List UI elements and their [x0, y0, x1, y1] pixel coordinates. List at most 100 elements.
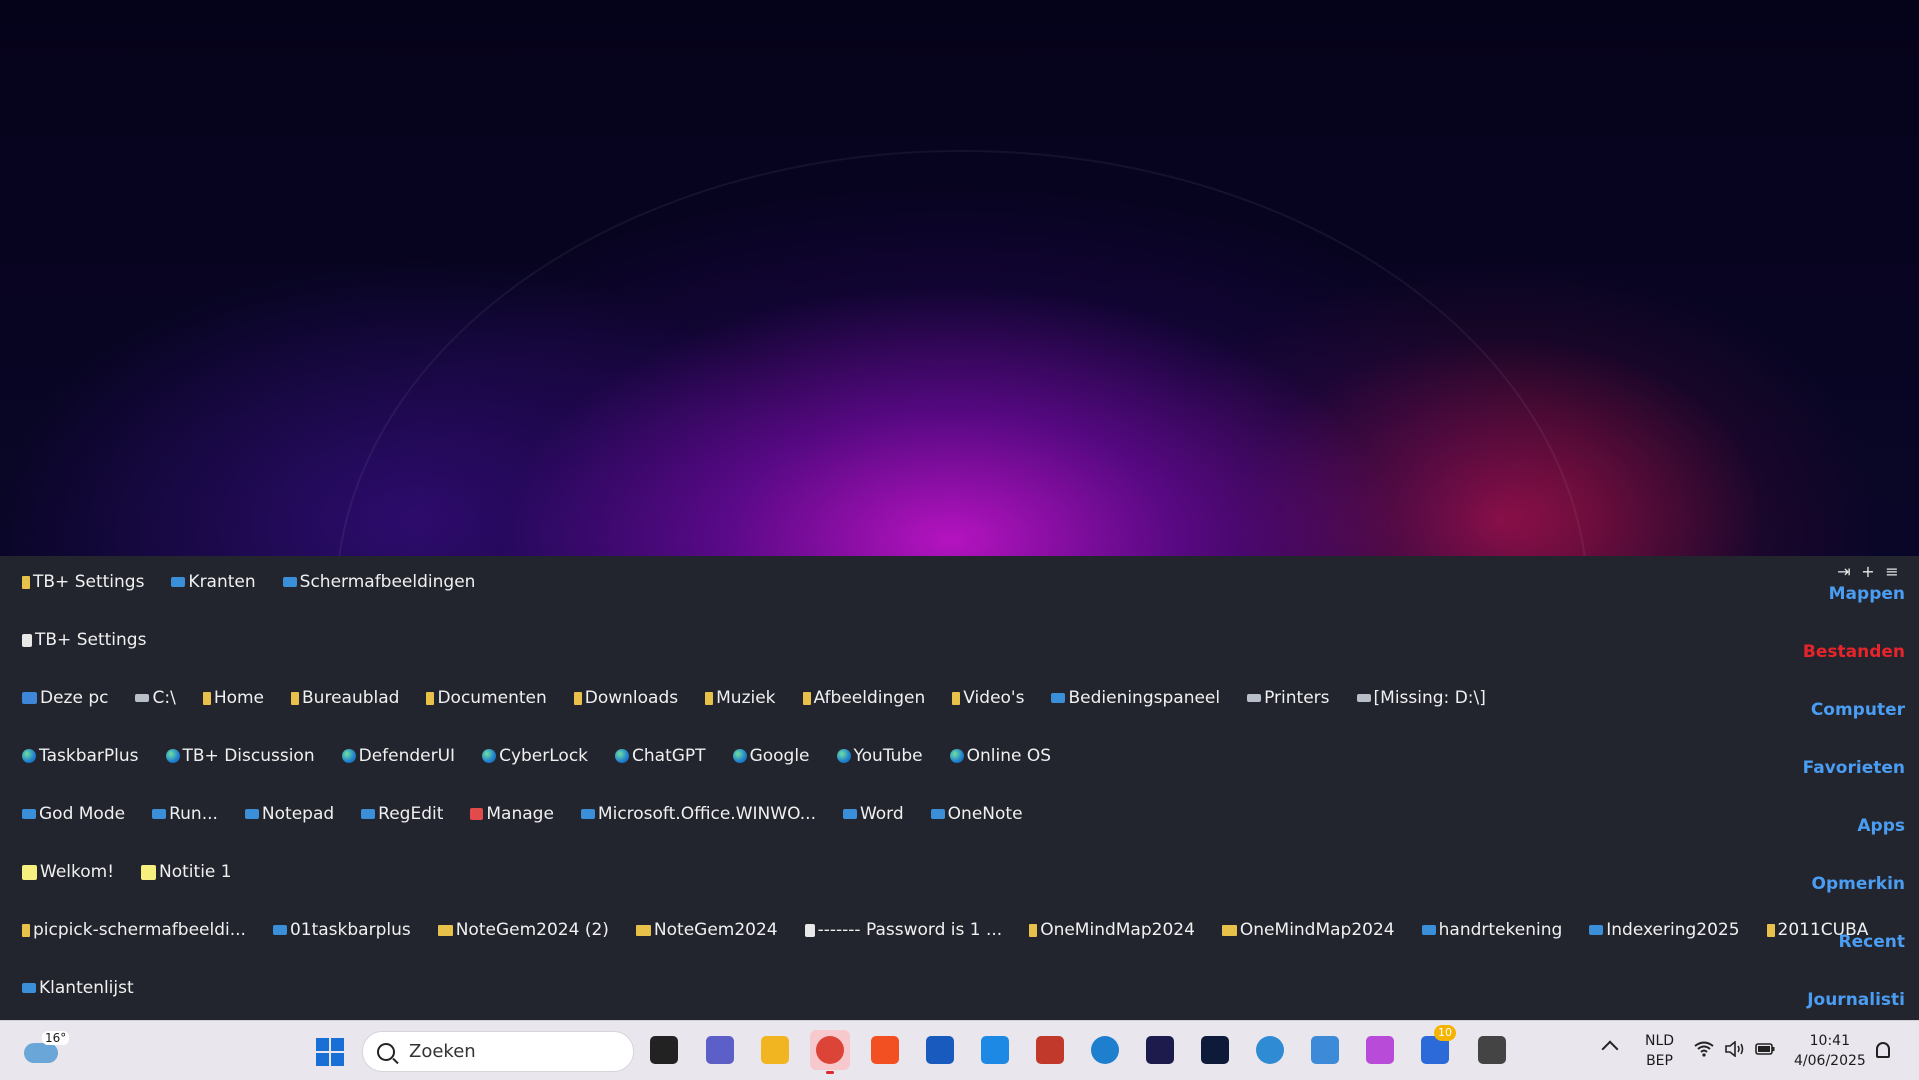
shortcut-item[interactable]: TaskbarPlus [22, 746, 139, 766]
shortcut-item[interactable]: TB+ Discussion [165, 746, 315, 766]
shortcut-item[interactable]: Printers [1247, 688, 1330, 708]
category-tab-apps[interactable]: Apps [1857, 816, 1905, 836]
task-view-taskbar-button[interactable] [644, 1030, 684, 1070]
shortcut-item[interactable]: Online OS [949, 746, 1051, 766]
shortcut-item[interactable]: 01taskbarplus [272, 920, 411, 940]
computer-icon [22, 692, 37, 704]
teams-taskbar-button[interactable] [700, 1030, 740, 1070]
folder-icon [952, 691, 961, 705]
shortcut-item[interactable]: Microsoft.Office.WINWO... [580, 804, 816, 824]
file-explorer-taskbar-button[interactable] [755, 1030, 795, 1070]
system-clock[interactable]: 10:41 4/06/2025 [1794, 1031, 1866, 1071]
menu-icon[interactable]: ≡ [1883, 562, 1901, 581]
shortcut-item[interactable]: TB+ Settings [22, 630, 146, 650]
pin-icon[interactable]: ⇥ [1835, 562, 1853, 581]
app-icon [272, 925, 287, 935]
shortcut-label: Schermafbeeldingen [299, 572, 476, 592]
shortcut-item[interactable]: OneMindMap2024 [1221, 920, 1395, 940]
edge-taskbar-button[interactable] [1085, 1030, 1125, 1070]
snipping-taskbar-button[interactable] [1305, 1030, 1345, 1070]
app-icon [244, 809, 259, 819]
shortcut-item[interactable]: NoteGem2024 (2) [437, 920, 609, 940]
copilot-taskbar-button[interactable] [1360, 1030, 1400, 1070]
category-tab-journalisti[interactable]: Journalisti [1807, 990, 1905, 1010]
winaero-taskbar-button[interactable] [1030, 1030, 1070, 1070]
shortcut-item[interactable]: God Mode [22, 804, 125, 824]
globe-taskbar-button[interactable] [1250, 1030, 1290, 1070]
myhp-taskbar-button[interactable] [975, 1030, 1015, 1070]
shortcut-item[interactable]: Run... [152, 804, 218, 824]
shortcut-item[interactable]: Muziek [705, 688, 776, 708]
shortcut-item[interactable]: DefenderUI [341, 746, 456, 766]
category-tab-computer[interactable]: Computer [1811, 700, 1905, 720]
taskbarplus-taskbar-button[interactable] [1472, 1030, 1512, 1070]
shortcut-item[interactable]: handrtekening [1421, 920, 1562, 940]
shortcut-item[interactable]: OneNote [930, 804, 1023, 824]
shortcut-label: DefenderUI [358, 746, 456, 766]
shortcut-item[interactable]: ------- Password is 1 ... [804, 920, 1002, 940]
shortcut-item[interactable]: Bedieningspaneel [1051, 688, 1220, 708]
shortcut-label: Deze pc [40, 688, 109, 708]
shortcut-item[interactable]: Notepad [244, 804, 334, 824]
search-box[interactable]: Zoeken [362, 1031, 634, 1072]
shortcut-item[interactable]: Video's [952, 688, 1024, 708]
shortcut-label: Klantenlijst [39, 978, 134, 998]
shortcut-row: Deze pc C:\ Home Bureaublad Documenten Downlo… [22, 686, 1513, 710]
volume-icon[interactable] [1724, 1040, 1744, 1058]
wifi-icon[interactable] [1694, 1041, 1714, 1057]
windows-logo-tile [331, 1053, 344, 1066]
shortcut-label: YouTube [853, 746, 923, 766]
shortcut-item[interactable]: NoteGem2024 [635, 920, 778, 940]
shortcut-label: C:\ [152, 688, 176, 708]
shortcut-item[interactable]: picpick-schermafbeeldi... [22, 920, 246, 940]
camera-taskbar-button[interactable] [1195, 1030, 1235, 1070]
store-taskbar-button[interactable] [865, 1030, 905, 1070]
shortcut-item[interactable]: [Missing: D:\] [1356, 688, 1486, 708]
shortcut-item[interactable]: ChatGPT [615, 746, 706, 766]
shortcut-item[interactable]: Deze pc [22, 688, 108, 708]
shortcut-label: Word [859, 804, 904, 824]
show-hidden-icons-chevron-icon[interactable] [1601, 1040, 1619, 1058]
shortcut-item[interactable]: Downloads [573, 688, 678, 708]
shortcut-label: Bedieningspaneel [1068, 688, 1221, 708]
shortcut-label: ChatGPT [632, 746, 706, 766]
add-icon[interactable]: + [1859, 562, 1877, 581]
shortcut-label: picpick-schermafbeeldi... [33, 920, 246, 940]
shortcut-item[interactable]: Documenten [426, 688, 547, 708]
word-taskbar-button[interactable] [920, 1030, 960, 1070]
shortcut-item[interactable]: Schermafbeeldingen [282, 572, 476, 592]
shortcut-item[interactable]: Welkom! [22, 862, 114, 882]
lens-taskbar-button[interactable] [1140, 1030, 1180, 1070]
shortcut-item[interactable]: OneMindMap2024 [1029, 920, 1195, 940]
shortcut-item[interactable]: CyberLock [482, 746, 588, 766]
shortcut-item[interactable]: YouTube [836, 746, 923, 766]
shortcut-label: NoteGem2024 [653, 920, 778, 940]
open-folder-icon [1221, 924, 1237, 936]
shortcut-item[interactable]: Word [842, 804, 904, 824]
shortcut-item[interactable]: Google [732, 746, 810, 766]
shortcut-item[interactable]: Kranten [171, 572, 256, 592]
weather-widget[interactable]: 16° [24, 1031, 70, 1067]
shortcut-row: Welkom! Notitie 1 [22, 860, 259, 884]
shortcut-label: Afbeeldingen [813, 688, 926, 708]
battery-icon[interactable] [1754, 1041, 1775, 1057]
shortcut-item[interactable]: Klantenlijst [22, 978, 134, 998]
shortcut-item[interactable]: Manage [470, 804, 554, 824]
shortcut-item[interactable]: Bureaublad [291, 688, 399, 708]
shortcut-item[interactable]: Indexering2025 [1589, 920, 1740, 940]
category-tab-opmerkin[interactable]: Opmerkin [1812, 874, 1905, 894]
shortcut-item[interactable]: Afbeeldingen [802, 688, 926, 708]
notification-bell-icon[interactable] [1876, 1042, 1890, 1058]
start-button[interactable] [316, 1038, 344, 1066]
shortcut-item[interactable]: C:\ [135, 688, 176, 708]
category-tab-favorieten[interactable]: Favorieten [1803, 758, 1905, 778]
input-language-indicator[interactable]: NLD BEP [1645, 1031, 1674, 1071]
shortcut-item[interactable]: Notitie 1 [141, 862, 232, 882]
category-tab-bestanden[interactable]: Bestanden [1803, 642, 1905, 662]
shortcut-item[interactable]: Home [202, 688, 264, 708]
chrome-taskbar-button[interactable] [810, 1030, 850, 1074]
shortcut-item[interactable]: TB+ Settings [22, 572, 144, 592]
category-tab-recent[interactable]: Recent [1839, 932, 1905, 952]
shortcut-item[interactable]: RegEdit [361, 804, 443, 824]
category-tab-mappen[interactable]: Mappen [1829, 584, 1905, 604]
